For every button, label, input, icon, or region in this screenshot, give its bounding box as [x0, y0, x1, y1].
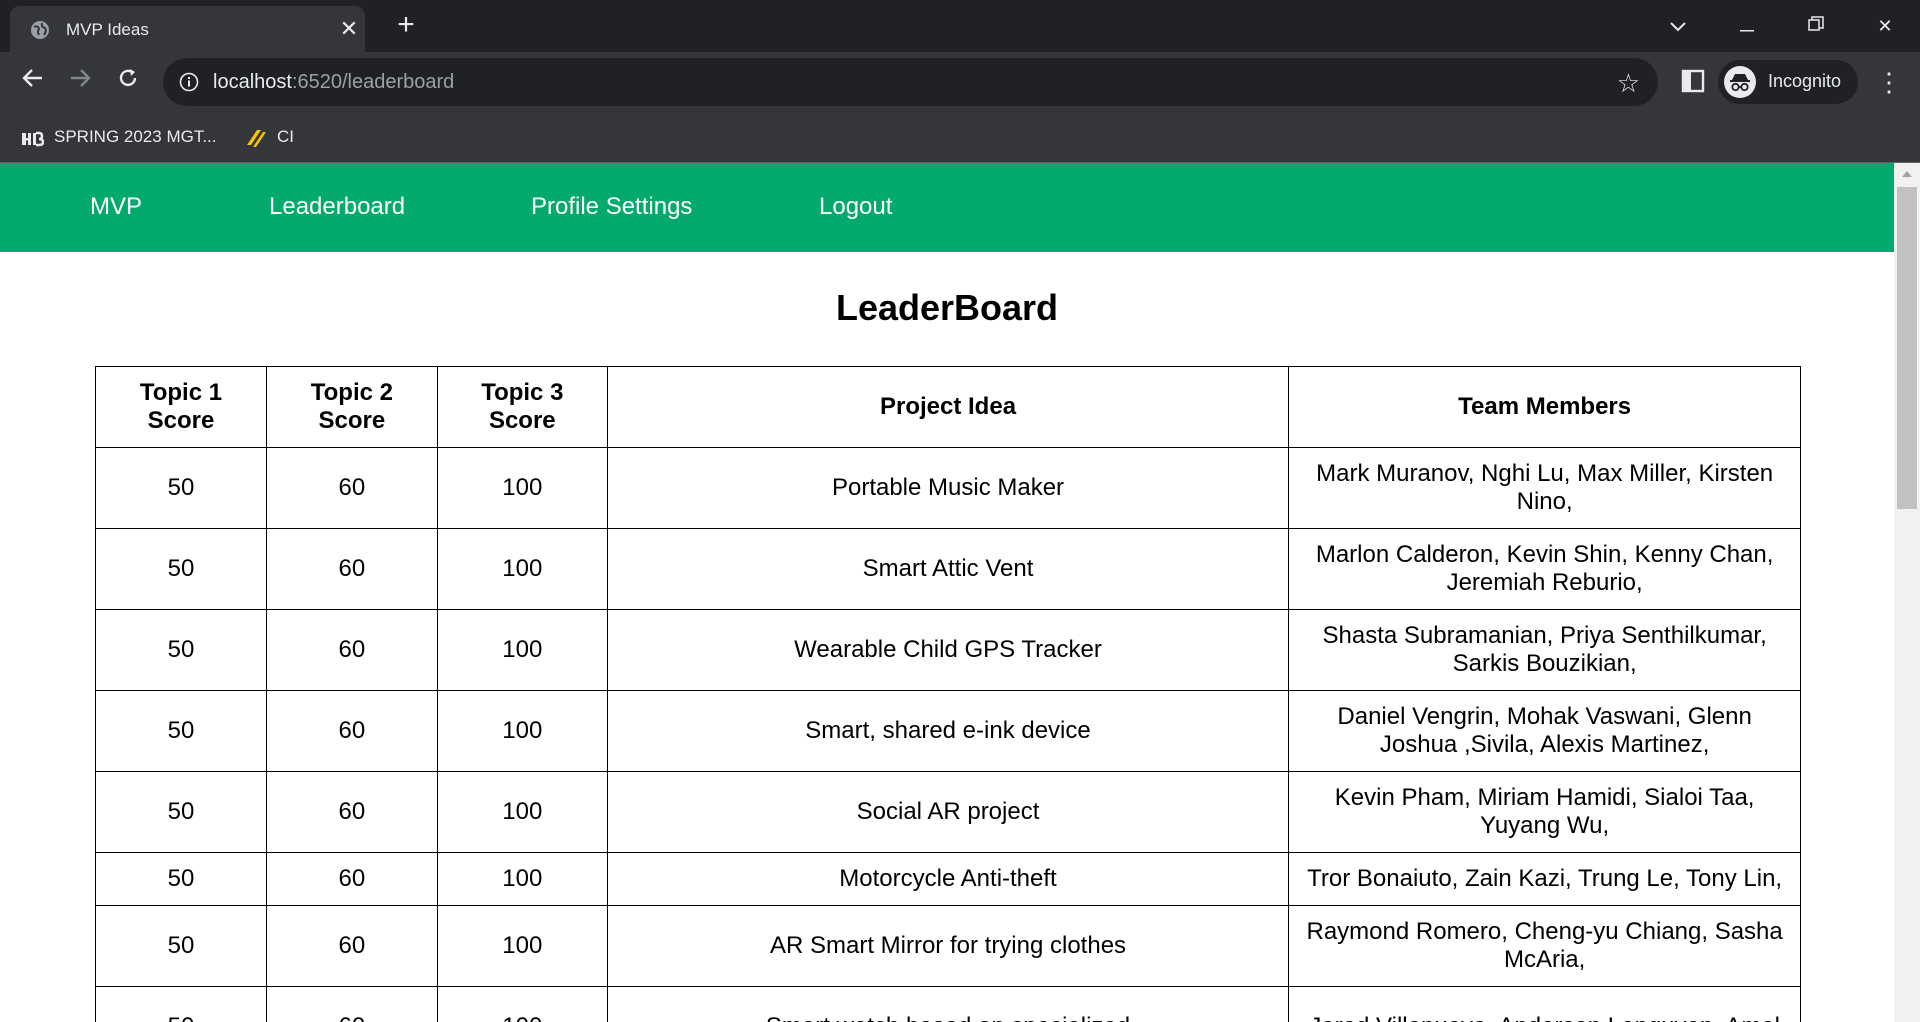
bookmark-ci[interactable]: CI	[245, 123, 294, 151]
bookmarks-bar: SPRING 2023 MGT... CI	[0, 112, 1920, 163]
topic2-score-cell: 60	[265, 905, 438, 987]
close-window-icon[interactable]: ✕	[1869, 10, 1901, 42]
project-idea-cell: Smart Attic Vent	[606, 528, 1290, 610]
project-idea-cell: Portable Music Maker	[606, 447, 1290, 529]
browser-tab-strip: MVP Ideas ✕ + ✕	[0, 0, 1920, 52]
close-tab-icon[interactable]: ✕	[336, 16, 362, 42]
bookmark-star-icon[interactable]: ☆	[1617, 68, 1640, 99]
project-idea-cell: Social AR project	[606, 771, 1290, 853]
url-path: :6520/leaderboard	[291, 71, 455, 93]
column-header-topic2: Topic 2 Score	[265, 366, 438, 448]
reload-icon[interactable]	[111, 65, 145, 99]
topic1-score-cell: 50	[95, 852, 267, 906]
team-members-cell: Daniel Vengrin, Mohak Vaswani, Glenn Jos…	[1288, 690, 1801, 772]
topic3-score-cell: 100	[436, 690, 608, 772]
hb-logo-icon	[22, 131, 44, 146]
ci-logo-icon	[247, 129, 266, 147]
topic1-score-cell: 50	[95, 771, 267, 853]
bookmark-label: CI	[277, 127, 294, 146]
nav-link-mvp[interactable]: MVP	[90, 193, 142, 221]
table-row: 50 60 100 Smart, shared e-ink device Dan…	[95, 690, 1801, 772]
browser-menu-icon[interactable]: ⋮	[1876, 66, 1902, 98]
topic3-score-cell: 100	[436, 986, 608, 1022]
team-members-cell: Raymond Romero, Cheng-yu Chiang, Sasha M…	[1288, 905, 1801, 987]
topic3-score-cell: 100	[436, 852, 608, 906]
page-viewport: MVP Leaderboard Profile Settings Logout …	[0, 163, 1894, 1022]
page-title: LeaderBoard	[835, 287, 1059, 328]
topic2-score-cell: 60	[265, 528, 438, 610]
nav-link-leaderboard[interactable]: Leaderboard	[269, 193, 405, 221]
team-members-cell: Marlon Calderon, Kevin Shin, Kenny Chan,…	[1288, 528, 1801, 610]
topic1-score-cell: 50	[95, 609, 267, 691]
back-arrow-icon[interactable]	[16, 65, 50, 99]
url-host: localhost	[213, 71, 292, 93]
column-header-topic1: Topic 1 Score	[95, 366, 267, 448]
scroll-up-arrow-icon[interactable]	[1902, 171, 1912, 177]
topic1-score-cell: 50	[95, 690, 267, 772]
tab-search-icon[interactable]	[1662, 10, 1694, 42]
table-row: 50 60 100 Smart Attic Vent Marlon Calder…	[95, 528, 1801, 610]
site-navbar: MVP Leaderboard Profile Settings Logout	[0, 163, 1894, 252]
team-members-cell: Kevin Pham, Miriam Hamidi, Sialoi Taa, Y…	[1288, 771, 1801, 853]
table-row: 50 60 100 Smart watch based on specializ…	[95, 986, 1801, 1022]
bookmark-spring-2023[interactable]: SPRING 2023 MGT...	[22, 123, 217, 151]
table-row: 50 60 100 AR Smart Mirror for trying clo…	[95, 905, 1801, 987]
team-members-cell: Mark Muranov, Nghi Lu, Max Miller, Kirst…	[1288, 447, 1801, 529]
globe-icon	[31, 21, 49, 39]
table-row: 50 60 100 Portable Music Maker Mark Mura…	[95, 447, 1801, 529]
topic3-score-cell: 100	[436, 905, 608, 987]
topic2-score-cell: 60	[265, 690, 438, 772]
project-idea-cell: Smart watch based on specialized	[606, 986, 1290, 1022]
table-row: 50 60 100 Social AR project Kevin Pham, …	[95, 771, 1801, 853]
tab-title: MVP Ideas	[66, 20, 149, 39]
project-idea-cell: AR Smart Mirror for trying clothes	[606, 905, 1290, 987]
leaderboard-table: Topic 1 Score Topic 2 Score Topic 3 Scor…	[95, 366, 1801, 1022]
url-text: localhost:6520/leaderboard	[213, 71, 454, 94]
team-members-cell: Tror Bonaiuto, Zain Kazi, Trung Le, Tony…	[1288, 852, 1801, 906]
nav-link-profile-settings[interactable]: Profile Settings	[531, 193, 692, 221]
incognito-badge[interactable]: Incognito	[1718, 60, 1858, 104]
table-header-row: Topic 1 Score Topic 2 Score Topic 3 Scor…	[95, 366, 1801, 448]
topic3-score-cell: 100	[436, 609, 608, 691]
topic2-score-cell: 60	[265, 771, 438, 853]
column-header-team-members: Team Members	[1288, 366, 1801, 448]
column-header-topic3: Topic 3 Score	[436, 366, 608, 448]
topic3-score-cell: 100	[436, 528, 608, 610]
browser-toolbar: localhost:6520/leaderboard ☆ Incognito ⋮	[0, 52, 1920, 112]
team-members-cell: Shasta Subramanian, Priya Senthilkumar, …	[1288, 609, 1801, 691]
topic2-score-cell: 60	[265, 986, 438, 1022]
topic1-score-cell: 50	[95, 905, 267, 987]
side-panel-icon[interactable]	[1680, 68, 1706, 94]
project-idea-cell: Wearable Child GPS Tracker	[606, 609, 1290, 691]
restore-icon[interactable]	[1800, 10, 1832, 42]
scrollbar-thumb[interactable]	[1897, 187, 1917, 509]
team-members-cell: Jared Villanueva, Anderson Lenguyen, Ama…	[1288, 986, 1801, 1022]
page-scrollbar[interactable]	[1894, 163, 1920, 1022]
topic3-score-cell: 100	[436, 447, 608, 529]
project-idea-cell: Motorcycle Anti-theft	[606, 852, 1290, 906]
topic2-score-cell: 60	[265, 609, 438, 691]
table-row: 50 60 100 Motorcycle Anti-theft Tror Bon…	[95, 852, 1801, 906]
topic3-score-cell: 100	[436, 771, 608, 853]
project-idea-cell: Smart, shared e-ink device	[606, 690, 1290, 772]
minimize-icon[interactable]	[1731, 10, 1763, 42]
new-tab-button[interactable]: +	[390, 10, 422, 42]
forward-arrow-icon[interactable]	[63, 65, 97, 99]
topic2-score-cell: 60	[265, 447, 438, 529]
browser-tab[interactable]: MVP Ideas ✕	[10, 6, 365, 52]
topic1-score-cell: 50	[95, 447, 267, 529]
topic1-score-cell: 50	[95, 986, 267, 1022]
topic1-score-cell: 50	[95, 528, 267, 610]
site-info-icon[interactable]	[179, 72, 199, 92]
bookmark-label: SPRING 2023 MGT...	[54, 127, 217, 146]
column-header-project-idea: Project Idea	[606, 366, 1290, 448]
topic2-score-cell: 60	[265, 852, 438, 906]
nav-link-logout[interactable]: Logout	[819, 193, 892, 221]
address-bar[interactable]: localhost:6520/leaderboard ☆	[163, 58, 1658, 106]
table-row: 50 60 100 Wearable Child GPS Tracker Sha…	[95, 609, 1801, 691]
incognito-icon	[1724, 66, 1756, 98]
incognito-label: Incognito	[1768, 71, 1842, 91]
